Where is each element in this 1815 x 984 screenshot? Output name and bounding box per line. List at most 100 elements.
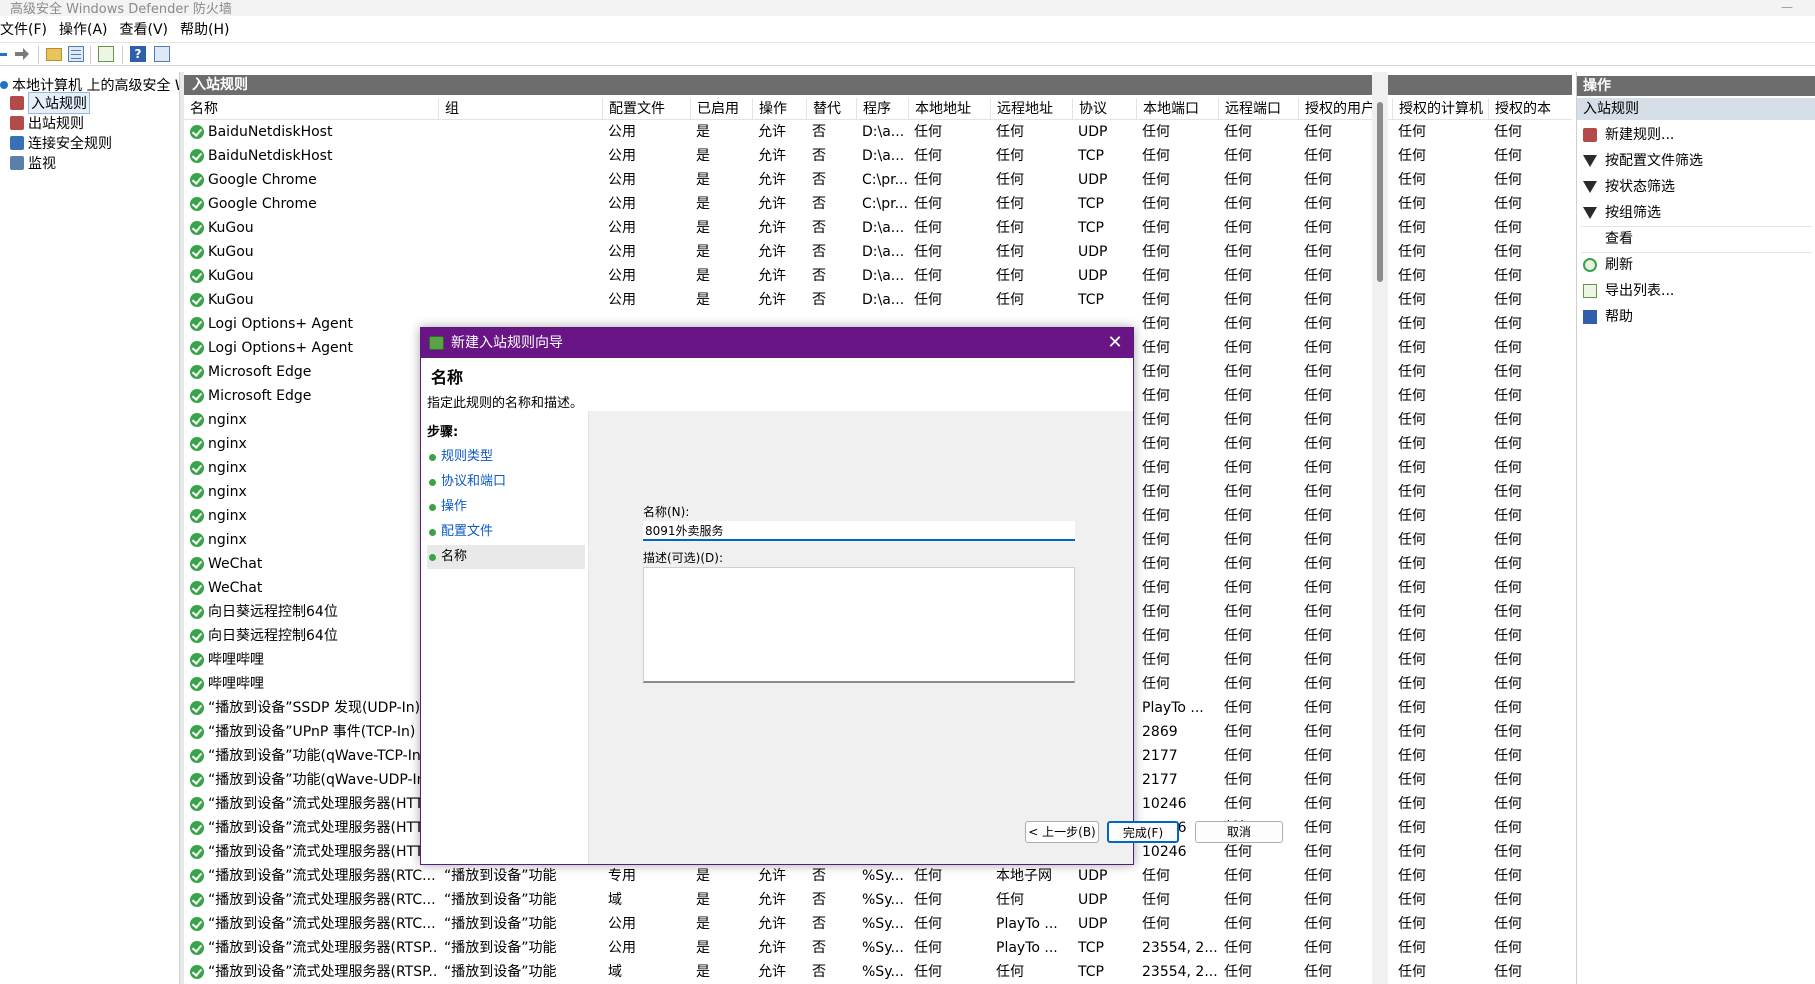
action-export[interactable]: 导出列表... [1583, 280, 1674, 302]
column-header-authorized-local[interactable]: 授权的本 [1488, 98, 1572, 120]
page-subheading: 指定此规则的名称和描述。 [427, 396, 584, 411]
tree-item-connection-security-rules[interactable]: 连接安全规则 [10, 134, 112, 152]
table-row[interactable]: KuGou 公用是允许否 D:\a... 任何 任何 TCP 任何 任何 任何 任何 任何 [184, 216, 1572, 240]
action-filter[interactable]: 按状态筛选 [1583, 176, 1675, 198]
up-folder-icon[interactable] [46, 48, 62, 61]
step-name[interactable]: 名称 [427, 545, 585, 569]
minimize-button[interactable]: — [1781, 0, 1793, 14]
column-header-remote-address[interactable]: 远程地址 [990, 98, 1072, 120]
cell-program: D:\a... [862, 244, 905, 260]
cancel-button[interactable]: 取消 [1195, 821, 1283, 843]
table-row[interactable]: “播放到设备”流式处理服务器(RTC... “播放到设备”功能 公用 是 允许 否 %Sy.… [184, 912, 1572, 936]
action-refresh[interactable]: 刷新 [1583, 254, 1633, 276]
table-row[interactable]: KuGou 公用是允许否 D:\a... 任何 任何 UDP 任何 任何 任何 任何 任何 [184, 240, 1572, 264]
column-header-group[interactable]: 组 [438, 98, 602, 120]
vertical-scrollbar[interactable] [1372, 72, 1388, 984]
cell-authorized-computers: 任何 [1398, 412, 1426, 428]
rule-description-input[interactable] [643, 567, 1075, 683]
column-header-authorized-computers[interactable]: 授权的计算机 [1392, 98, 1488, 120]
show-hide-tree-icon[interactable] [68, 46, 84, 62]
cell-override: 否 [812, 220, 826, 236]
cell-authorized-local: 任何 [1494, 484, 1522, 500]
action-view[interactable]: 查看 [1583, 228, 1633, 250]
column-header-action[interactable]: 操作 [752, 98, 806, 120]
table-row[interactable]: “播放到设备”流式处理服务器(RTC... “播放到设备”功能 专用 是 允许 否 %Sy.… [184, 864, 1572, 888]
cell-action: 允许 [758, 172, 786, 188]
cell-group [438, 168, 602, 192]
cell-local-address: 任何 [914, 868, 942, 884]
rule-name-input[interactable] [643, 521, 1075, 541]
cell-program: D:\a... [862, 220, 905, 236]
action-filter[interactable]: 按配置文件筛选 [1583, 150, 1703, 172]
tree-item-inbound-rules[interactable]: 入站规则 [10, 92, 90, 114]
table-row[interactable]: “播放到设备”流式处理服务器(RTC... “播放到设备”功能 域 是 允许 否 %Sy..… [184, 888, 1572, 912]
tree-item-monitoring[interactable]: 监视 [10, 154, 56, 172]
cell-local-address: 任何 [914, 196, 942, 212]
column-header-protocol[interactable]: 协议 [1072, 98, 1136, 120]
cell-local-port: 任何 [1142, 316, 1170, 332]
table-row[interactable]: Google Chrome 公用 是 允许 否 C:\pr... 任何 任何 UDP 任何 任何 任何… [184, 168, 1572, 192]
cell-authorized-computers: 任何 [1398, 220, 1426, 236]
column-header-remote-port[interactable]: 远程端口 [1218, 98, 1298, 120]
tree-item-outbound-rules[interactable]: 出站规则 [10, 114, 84, 132]
cell-authorized-computers: 任何 [1398, 628, 1426, 644]
cell-override: 否 [812, 268, 826, 284]
back-button[interactable]: < 上一步(B) [1025, 821, 1099, 843]
cell-profile: 公用 [608, 940, 636, 956]
cell-name: WeChat [208, 580, 263, 596]
column-header-local-port[interactable]: 本地端口 [1136, 98, 1218, 120]
cell-authorized-local: 任何 [1494, 964, 1522, 980]
cell-authorized-local: 任何 [1494, 892, 1522, 908]
menu-view[interactable]: 查看(V) [114, 19, 175, 39]
cell-local-port: 任何 [1142, 916, 1170, 932]
column-header-program[interactable]: 程序 [856, 98, 908, 120]
cell-profile: 域 [608, 964, 622, 980]
cell-authorized-computers: 任何 [1398, 532, 1426, 548]
properties-icon[interactable] [154, 46, 170, 62]
cell-remote-port: 任何 [1224, 580, 1252, 596]
table-row[interactable]: “播放到设备”流式处理服务器(RTSP... “播放到设备”功能 域 是 允许 否 %Sy.… [184, 960, 1572, 984]
action-filter[interactable]: 按组筛选 [1583, 202, 1661, 224]
menu-help[interactable]: 帮助(H) [174, 19, 235, 39]
actions-section-inbound-rules[interactable]: 入站规则 [1577, 98, 1815, 120]
action-label: 刷新 [1605, 257, 1633, 273]
table-row[interactable]: BaiduNetdiskHost 公用 是 允许 否 D:\a... 任何 任何 TCP 任何 任何… [184, 144, 1572, 168]
column-header-enabled[interactable]: 已启用 [690, 98, 752, 120]
menu-action[interactable]: 操作(A) [53, 19, 114, 39]
menu-file[interactable]: 文件(F) [0, 19, 53, 39]
cell-name: “播放到设备”流式处理服务器(RTC... [208, 916, 436, 932]
cell-local-port: 任何 [1142, 532, 1170, 548]
column-header-name[interactable]: 名称 [184, 98, 438, 120]
forward-arrow-icon[interactable] [14, 46, 30, 62]
cell-remote-port: 任何 [1224, 460, 1252, 476]
table-row[interactable]: BaiduNetdiskHost 公用 是 允许 否 D:\a... 任何 任何 UDP 任何 任何… [184, 120, 1572, 144]
step-profile[interactable]: 配置文件 [427, 520, 585, 544]
action-new-rule[interactable]: 新建规则... [1583, 124, 1674, 146]
close-icon[interactable]: ✕ [1103, 328, 1127, 358]
scrollbar-thumb[interactable] [1377, 102, 1383, 282]
action-help[interactable]: 帮助 [1583, 306, 1633, 328]
step-rule-type[interactable]: 规则类型 [427, 445, 585, 469]
column-header-local-address[interactable]: 本地地址 [908, 98, 990, 120]
column-header-profile[interactable]: 配置文件 [602, 98, 690, 120]
export-list-icon[interactable] [98, 46, 114, 62]
step-label: 协议和端口 [441, 474, 507, 489]
step-protocol-ports[interactable]: 协议和端口 [427, 470, 585, 494]
table-row[interactable]: KuGou 公用是允许否 D:\a... 任何 任何 TCP 任何 任何 任何 任何 任何 [184, 288, 1572, 312]
table-row[interactable]: “播放到设备”流式处理服务器(RTSP... “播放到设备”功能 公用 是 允许 否 %Sy… [184, 936, 1572, 960]
column-header-override[interactable]: 替代 [806, 98, 856, 120]
cell-local-port: 任何 [1142, 676, 1170, 692]
tree-root[interactable]: 本地计算机 上的高级安全 W [0, 76, 179, 94]
cell-remote-port: 任何 [1224, 484, 1252, 500]
finish-button[interactable]: 完成(F) [1107, 821, 1179, 843]
cell-authorized-local: 任何 [1494, 580, 1522, 596]
cell-local-port: 任何 [1142, 628, 1170, 644]
help-icon[interactable]: ? [130, 46, 146, 62]
cell-protocol: UDP [1078, 892, 1108, 908]
cell-remote-port: 任何 [1224, 940, 1252, 956]
cell-group [438, 120, 602, 144]
table-row[interactable]: Google Chrome 公用 是 允许 否 C:\pr... 任何 任何 TCP 任何 任何 任何… [184, 192, 1572, 216]
cell-authorized-computers: 任何 [1398, 916, 1426, 932]
step-action[interactable]: 操作 [427, 495, 585, 519]
table-row[interactable]: KuGou 公用是允许否 D:\a... 任何 任何 UDP 任何 任何 任何 任何 任何 [184, 264, 1572, 288]
